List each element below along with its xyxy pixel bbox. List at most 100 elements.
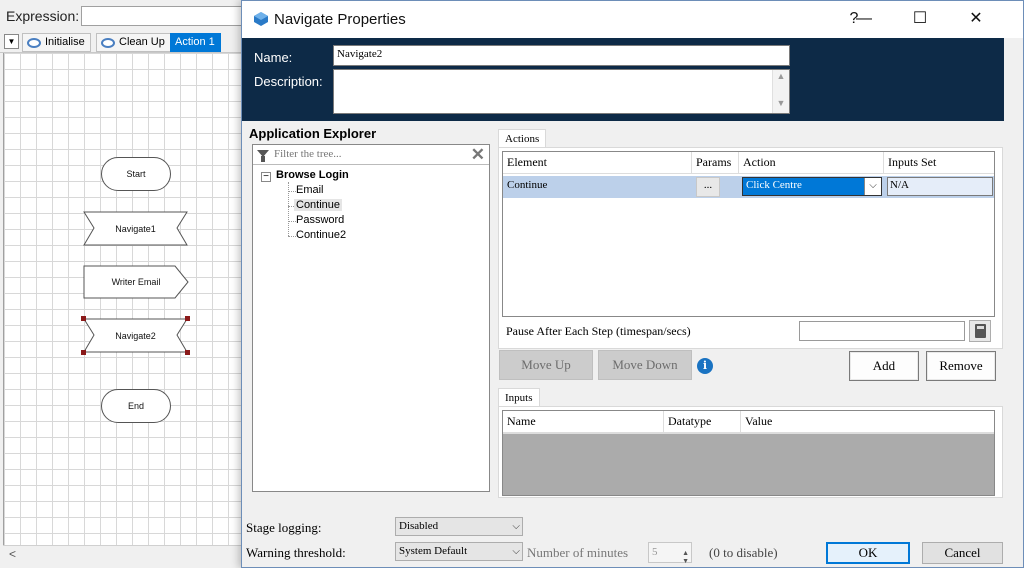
actions-grid: Element Params Action Inputs Set Continu…	[502, 151, 995, 317]
tree-item-continue2[interactable]: Continue2	[296, 229, 346, 241]
dialog-title: Navigate Properties	[274, 11, 406, 28]
warning-threshold-label: Warning threshold:	[246, 545, 346, 560]
selection-handle[interactable]	[185, 316, 190, 321]
remove-button[interactable]: Remove	[926, 351, 996, 381]
inputs-grid: Name Datatype Value	[502, 410, 995, 496]
tab-label: Action 1	[175, 36, 215, 48]
navigate-stage-icon	[254, 12, 268, 26]
maximize-button[interactable]: ☐	[904, 7, 936, 31]
warning-threshold-select[interactable]: System Default ⌵	[395, 542, 523, 561]
stage-label: Writer Email	[111, 277, 161, 287]
scroll-left-arrow[interactable]: <	[9, 547, 16, 561]
chevron-down-icon[interactable]: ⌵	[864, 178, 881, 195]
cell-inputs-set[interactable]: N/A	[887, 177, 993, 196]
stage-label: End	[127, 401, 144, 411]
tree-item-password[interactable]: Password	[296, 214, 344, 226]
app-explorer-panel: Filter the tree... ✕ − Browse Login Emai…	[252, 144, 490, 492]
tab-action-1[interactable]: Action 1	[170, 33, 221, 52]
chevron-down-icon: ⌵	[512, 546, 520, 557]
selection-handle[interactable]	[185, 350, 190, 355]
column-header-name[interactable]: Name	[503, 411, 664, 433]
tab-label: Initialise	[45, 36, 85, 48]
params-button[interactable]: ...	[696, 177, 720, 197]
scroll-up-icon[interactable]: ▲	[773, 71, 789, 81]
stage-logging-select[interactable]: Disabled ⌵	[395, 517, 523, 536]
tab-initialise[interactable]: Initialise	[22, 33, 91, 52]
canvas-horizontal-scrollbar[interactable]: <	[3, 545, 245, 562]
column-header-action[interactable]: Action	[739, 152, 884, 174]
pause-input[interactable]	[799, 321, 965, 341]
tabs-dropdown-button[interactable]: ▼	[4, 34, 19, 49]
description-label: Description:	[254, 74, 323, 89]
stage-start[interactable]: Start	[101, 157, 171, 191]
action-select-value: Click Centre	[746, 179, 802, 191]
tab-inputs[interactable]: Inputs	[498, 388, 540, 407]
warning-threshold-value: System Default	[399, 545, 468, 557]
description-textarea[interactable]: ▲ ▼	[333, 69, 790, 114]
stage-logging-value: Disabled	[399, 520, 439, 532]
filter-placeholder: Filter the tree...	[274, 148, 342, 160]
expression-field[interactable]	[81, 6, 251, 26]
minutes-value: 5	[652, 546, 658, 558]
inputs-panel: Name Datatype Value	[498, 406, 1003, 498]
stage-label: Navigate1	[115, 223, 156, 234]
calculator-icon	[975, 324, 986, 338]
tab-clean-up[interactable]: Clean Up	[96, 33, 171, 52]
zero-to-disable-label: (0 to disable)	[709, 545, 778, 560]
navigate-properties-dialog: Navigate Properties ? — ☐ ✕ Name: Descri…	[241, 0, 1024, 568]
tab-label: Clean Up	[119, 36, 165, 48]
dialog-title-bar[interactable]: Navigate Properties ? — ☐ ✕	[242, 1, 1023, 38]
cancel-button[interactable]: Cancel	[922, 542, 1003, 564]
move-down-button[interactable]: Move Down	[598, 350, 692, 380]
ok-button[interactable]: OK	[826, 542, 910, 564]
tree-connector	[288, 236, 296, 237]
tab-actions[interactable]: Actions	[498, 129, 547, 148]
selection-handle[interactable]	[81, 316, 86, 321]
stage-writer-email[interactable]: Writer Email	[83, 265, 189, 299]
tree-connector	[288, 221, 296, 222]
scroll-down-icon[interactable]: ▼	[773, 98, 789, 108]
name-input[interactable]: Navigate2	[333, 45, 790, 66]
minimize-button[interactable]: —	[854, 7, 874, 31]
stage-label: Navigate2	[115, 330, 156, 341]
chevron-down-icon: ⌵	[512, 521, 520, 532]
table-row[interactable]: Continue ... Click Centre ⌵ N/A	[503, 176, 994, 198]
tree-item-email[interactable]: Email	[296, 184, 324, 196]
inputs-grid-header: Name Datatype Value	[503, 411, 994, 434]
column-header-element[interactable]: Element	[503, 152, 692, 174]
expression-label: Expression:	[6, 8, 80, 24]
tree-connector	[288, 191, 296, 192]
selection-handle[interactable]	[81, 350, 86, 355]
stage-navigate2[interactable]: Navigate2	[81, 316, 190, 355]
column-header-value[interactable]: Value	[741, 411, 994, 433]
name-label: Name:	[254, 50, 293, 65]
process-canvas[interactable]: Start Navigate1 Writer Email Navigate2 E…	[3, 53, 245, 545]
description-scrollbar[interactable]: ▲ ▼	[772, 70, 789, 113]
page-icon	[27, 37, 41, 48]
cell-element: Continue	[507, 179, 548, 191]
stage-end[interactable]: End	[101, 389, 171, 423]
clear-filter-icon[interactable]: ✕	[471, 145, 485, 165]
column-header-inputs-set[interactable]: Inputs Set	[884, 152, 994, 174]
filter-icon	[257, 150, 269, 162]
move-up-button[interactable]: Move Up	[499, 350, 593, 380]
action-select[interactable]: Click Centre ⌵	[742, 177, 882, 196]
minutes-spinner[interactable]: 5 ▲ ▼	[648, 542, 692, 565]
tree-filter-input[interactable]: Filter the tree... ✕	[253, 145, 489, 165]
add-button[interactable]: Add	[849, 351, 919, 381]
tree-item-browse-login[interactable]: Browse Login	[276, 169, 349, 181]
tree-item-continue[interactable]: Continue	[294, 199, 343, 211]
stage-navigate1[interactable]: Navigate1	[83, 211, 188, 246]
calculator-button[interactable]	[969, 320, 991, 342]
page-icon	[101, 37, 115, 48]
info-icon[interactable]: i	[697, 358, 713, 374]
minutes-label: Number of minutes	[527, 545, 629, 560]
actions-panel: Element Params Action Inputs Set Continu…	[498, 147, 1003, 349]
column-header-params[interactable]: Params	[692, 152, 739, 174]
pause-label: Pause After Each Step (timespan/secs)	[506, 324, 691, 338]
close-button[interactable]: ✕	[960, 7, 992, 31]
column-header-datatype[interactable]: Datatype	[664, 411, 741, 433]
spin-down-icon[interactable]: ▼	[682, 552, 689, 568]
app-explorer-title: Application Explorer	[249, 126, 377, 141]
collapse-icon[interactable]: −	[261, 172, 271, 182]
